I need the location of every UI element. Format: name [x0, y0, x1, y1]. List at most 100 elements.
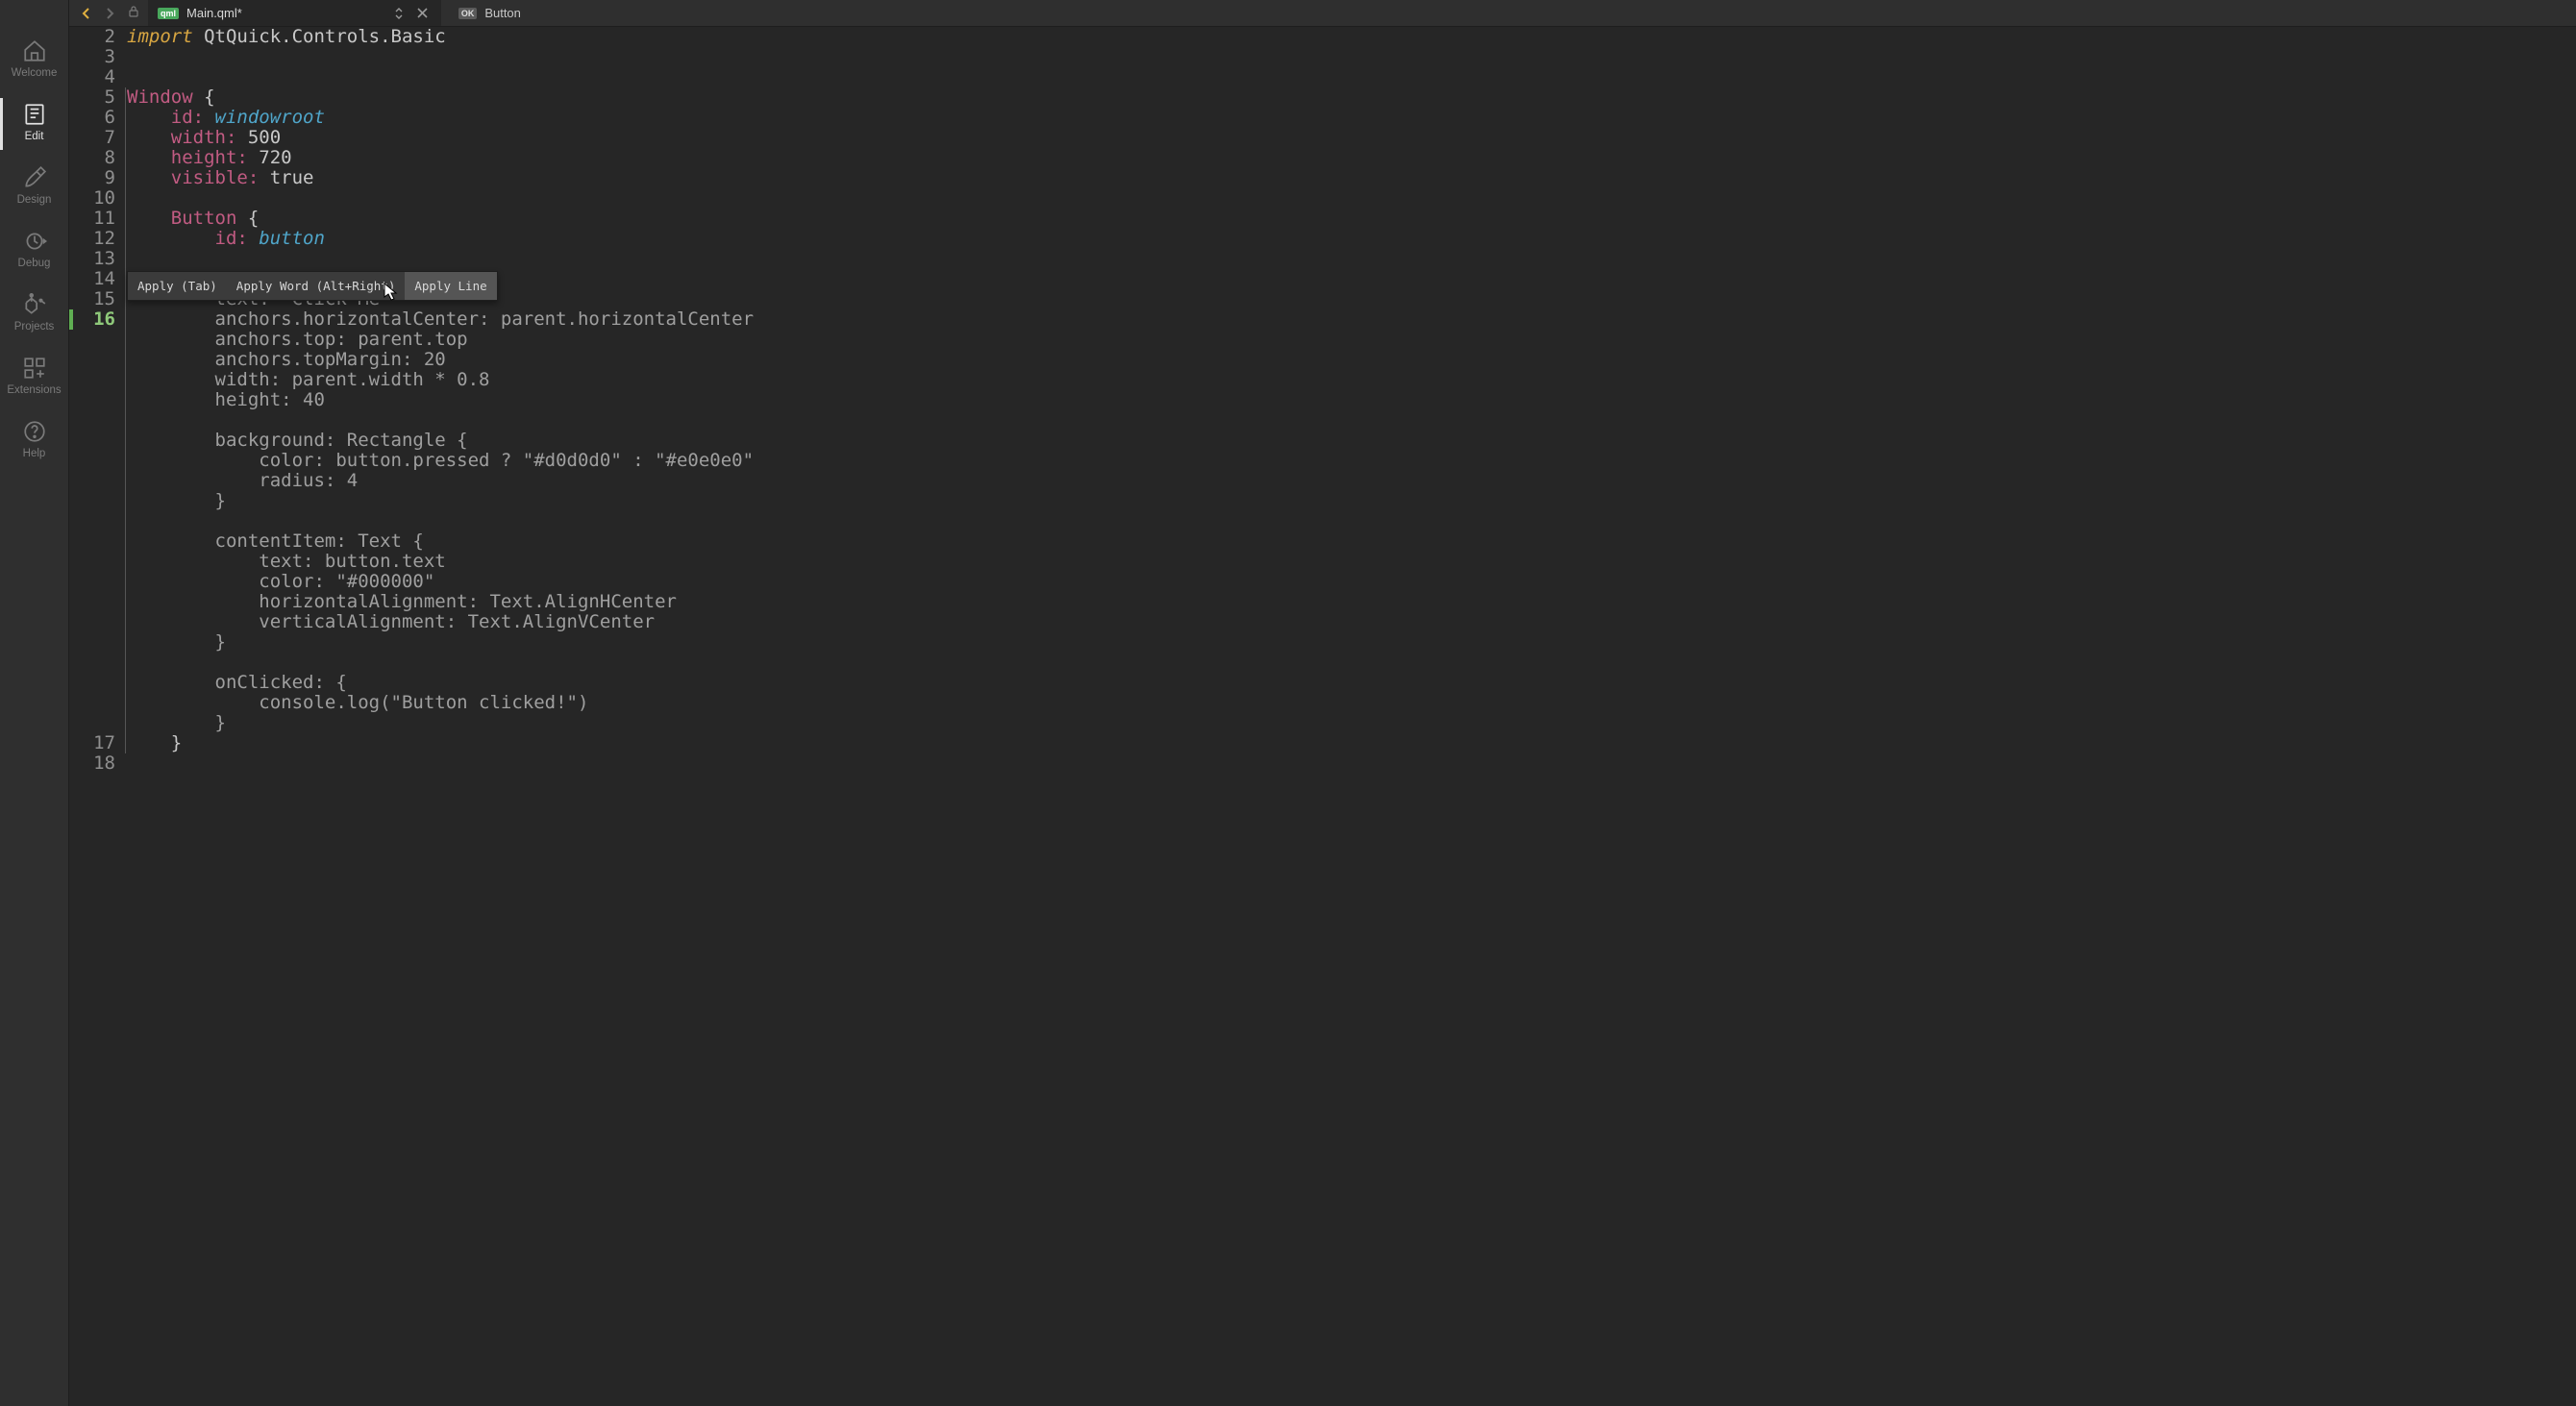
file-tab-title: Main.qml* [186, 6, 242, 20]
line-number [69, 552, 115, 572]
code-line[interactable]: anchors.topMargin: 20 [121, 350, 2576, 370]
line-number: 15 [69, 289, 115, 309]
code-token [127, 208, 171, 229]
code-line[interactable]: height: 720 [121, 148, 2576, 168]
code-line[interactable]: color: button.pressed ? "#d0d0d0" : "#e0… [121, 451, 2576, 471]
activity-label: Projects [14, 321, 55, 333]
code-line[interactable] [121, 511, 2576, 531]
editor-tab-strip: qml Main.qml* OK Button [69, 0, 2576, 27]
outline-tab-button[interactable]: OK Button [445, 0, 534, 26]
code-line[interactable] [121, 67, 2576, 87]
code-line[interactable]: contentItem: Text { [121, 531, 2576, 552]
code-token [127, 510, 215, 531]
line-number [69, 350, 115, 370]
code-token [127, 167, 171, 188]
line-number: 7 [69, 128, 115, 148]
code-line[interactable]: console.log("Button clicked!") [121, 693, 2576, 713]
code-line[interactable] [121, 410, 2576, 431]
code-token: { [193, 86, 215, 108]
line-number [69, 653, 115, 673]
split-dropdown-button[interactable] [392, 8, 406, 19]
apply-line-button[interactable]: Apply Line [405, 272, 496, 300]
line-number [69, 471, 115, 491]
code-token: windowroot [215, 107, 325, 128]
activity-debug[interactable]: Debug [0, 219, 69, 283]
code-line[interactable] [121, 249, 2576, 269]
code-line[interactable]: horizontalAlignment: Text.AlignHCenter [121, 592, 2576, 612]
activity-extensions[interactable]: Extensions [0, 346, 69, 409]
nav-forward-button[interactable] [100, 4, 119, 23]
code-line[interactable]: id: windowroot [121, 108, 2576, 128]
code-token: verticalAlignment: Text.AlignVCenter [127, 611, 655, 632]
activity-projects[interactable]: Projects [0, 283, 69, 346]
code-line[interactable]: Button { [121, 209, 2576, 229]
code-token [236, 127, 247, 148]
code-line[interactable]: verticalAlignment: Text.AlignVCenter [121, 612, 2576, 632]
lock-icon[interactable] [127, 5, 140, 21]
code-token: true [270, 167, 314, 188]
code-line[interactable] [121, 47, 2576, 67]
line-number: 14 [69, 269, 115, 289]
help-icon [22, 419, 47, 444]
nav-back-button[interactable] [77, 4, 96, 23]
code-editor[interactable]: 23456789101112131415161718 import QtQuic… [69, 27, 2576, 1406]
code-token [248, 147, 259, 168]
line-number: 4 [69, 67, 115, 87]
apply-word-button[interactable]: Apply Word (Alt+Right) [227, 272, 406, 300]
line-number [69, 612, 115, 632]
code-area[interactable]: import QtQuick.Controls.Basic Window { id… [121, 27, 2576, 1406]
line-number [69, 330, 115, 350]
code-token: height: [171, 147, 248, 168]
code-line[interactable] [121, 188, 2576, 209]
line-number [69, 451, 115, 471]
apply-tab-button[interactable]: Apply (Tab) [128, 272, 227, 300]
code-line[interactable]: anchors.top: parent.top [121, 330, 2576, 350]
line-number: 16 [69, 309, 115, 330]
line-number [69, 572, 115, 592]
close-tab-button[interactable] [413, 6, 432, 21]
code-line[interactable]: } [121, 733, 2576, 753]
line-number [69, 713, 115, 733]
code-line[interactable]: radius: 4 [121, 471, 2576, 491]
activity-edit[interactable]: Edit [0, 92, 69, 156]
code-line[interactable]: id: button [121, 229, 2576, 249]
code-line[interactable]: background: Rectangle { [121, 431, 2576, 451]
code-token: } [127, 732, 182, 753]
code-line[interactable]: width: parent.width * 0.8 [121, 370, 2576, 390]
code-token: radius: 4 [127, 470, 358, 491]
code-line[interactable]: color: "#000000" [121, 572, 2576, 592]
code-line[interactable] [121, 753, 2576, 774]
code-token: } [127, 490, 226, 511]
line-number [69, 592, 115, 612]
file-tab-main-qml[interactable]: qml Main.qml* [148, 0, 441, 26]
code-line[interactable]: text: button.text [121, 552, 2576, 572]
code-token: onClicked: { [127, 672, 347, 693]
updown-icon [394, 8, 404, 19]
line-number [69, 531, 115, 552]
code-line[interactable]: visible: true [121, 168, 2576, 188]
code-line[interactable]: import QtQuick.Controls.Basic [121, 27, 2576, 47]
code-line[interactable]: height: 40 [121, 390, 2576, 410]
code-token: console.log("Button clicked!") [127, 692, 588, 713]
code-token [127, 652, 215, 673]
home-icon [22, 38, 47, 63]
code-token: anchors.horizontalCenter: parent.horizon… [127, 308, 754, 330]
code-line[interactable] [121, 653, 2576, 673]
activity-welcome[interactable]: Welcome [0, 29, 69, 92]
activity-label: Edit [25, 131, 44, 142]
line-number: 17 [69, 733, 115, 753]
code-token: import [127, 26, 193, 47]
activity-help[interactable]: Help [0, 409, 69, 473]
code-line[interactable]: onClicked: { [121, 673, 2576, 693]
code-line[interactable]: width: 500 [121, 128, 2576, 148]
suggestion-toolbar: Apply (Tab) Apply Word (Alt+Right) Apply… [127, 271, 498, 301]
outline-type-badge: OK [458, 8, 478, 19]
code-line[interactable]: anchors.horizontalCenter: parent.horizon… [121, 309, 2576, 330]
code-line[interactable]: } [121, 491, 2576, 511]
code-line[interactable]: } [121, 713, 2576, 733]
code-line[interactable]: } [121, 632, 2576, 653]
activity-design[interactable]: Design [0, 156, 69, 219]
line-number: 3 [69, 47, 115, 67]
code-line[interactable]: Window { [121, 87, 2576, 108]
code-token: anchors.top: parent.top [127, 329, 468, 350]
